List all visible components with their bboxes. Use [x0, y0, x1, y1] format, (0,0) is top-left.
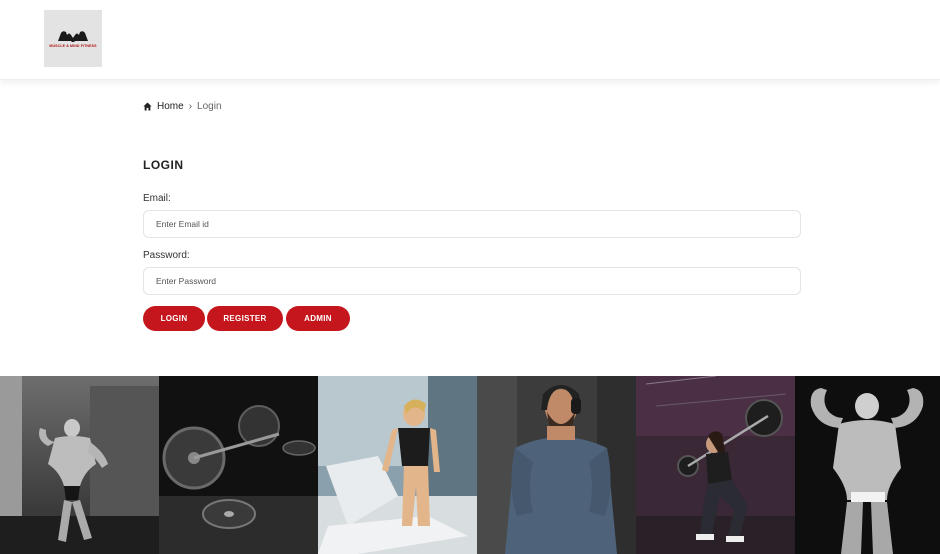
- register-button[interactable]: REGISTER: [207, 306, 283, 331]
- password-field[interactable]: [143, 267, 801, 295]
- bodybuilder-gym-photo: [0, 376, 159, 554]
- breadcrumb-home-link[interactable]: Home: [157, 101, 184, 112]
- site-header: MUSCLE & MIND FITNESS: [0, 0, 940, 80]
- admin-button[interactable]: ADMIN: [286, 306, 350, 331]
- breadcrumb: Home › Login: [143, 101, 222, 112]
- home-icon: [143, 102, 152, 111]
- treadmill-runner-photo: [318, 376, 477, 554]
- flexing-arms-icon: [58, 31, 88, 42]
- email-label: Email:: [143, 193, 171, 204]
- logo-brand-text: MUSCLE & MIND FITNESS: [49, 44, 97, 48]
- headphones-athlete-photo: [477, 376, 636, 554]
- email-field[interactable]: [143, 210, 801, 238]
- site-logo[interactable]: MUSCLE & MIND FITNESS: [44, 10, 102, 67]
- page-title: LOGIN: [143, 158, 184, 172]
- login-button[interactable]: LOGIN: [143, 306, 205, 331]
- password-label: Password:: [143, 250, 190, 261]
- breadcrumb-separator: ›: [188, 101, 193, 112]
- image-gallery: [0, 376, 940, 554]
- bodybuilder-pose-photo: [795, 376, 940, 554]
- barbell-weights-photo: [159, 376, 318, 554]
- breadcrumb-current: Login: [197, 101, 222, 112]
- barbell-squat-photo: [636, 376, 795, 554]
